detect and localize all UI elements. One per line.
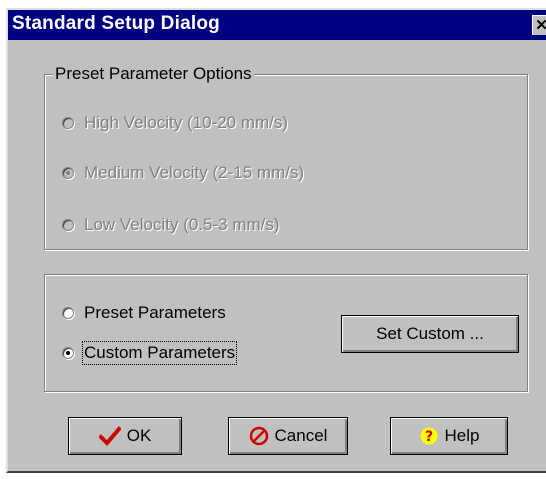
radio-indicator [62, 219, 74, 231]
radio-label: Custom Parameters [81, 341, 238, 365]
radio-label: Preset Parameters [84, 303, 226, 322]
radio-high-velocity[interactable]: High Velocity (10-20 mm/s) [62, 113, 288, 133]
help-button[interactable]: ? Help [390, 417, 508, 455]
close-icon: ✕ [535, 17, 546, 34]
close-button[interactable]: ✕ [532, 15, 546, 35]
title-bar[interactable]: Standard Setup Dialog ✕ [8, 10, 546, 40]
help-label: Help [444, 426, 480, 445]
radio-custom-parameters[interactable]: Custom Parameters [62, 341, 238, 365]
standard-setup-dialog: Standard Setup Dialog ✕ Preset Parameter… [6, 8, 546, 473]
radio-low-velocity[interactable]: Low Velocity (0.5-3 mm/s) [62, 215, 280, 235]
radio-label: Medium Velocity (2-15 mm/s) [84, 163, 305, 182]
no-entry-icon [249, 426, 269, 446]
checkmark-icon [98, 426, 121, 446]
ok-label: OK [126, 426, 152, 445]
question-icon: ? [419, 426, 439, 446]
preset-parameter-options-group: Preset Parameter Options High Velocity (… [44, 64, 528, 250]
cancel-button[interactable]: Cancel [228, 417, 348, 455]
radio-label: High Velocity (10-20 mm/s) [84, 113, 289, 132]
radio-indicator [62, 117, 74, 129]
set-custom-button[interactable]: Set Custom ... [341, 315, 519, 353]
radio-preset-parameters[interactable]: Preset Parameters [62, 303, 226, 323]
parameter-mode-group: Preset Parameters Custom Parameters Set … [44, 274, 528, 392]
ok-button[interactable]: OK [68, 417, 182, 455]
svg-text:?: ? [424, 429, 432, 445]
radio-indicator [62, 347, 74, 359]
radio-indicator [62, 307, 74, 319]
group-legend: Preset Parameter Options [53, 64, 254, 84]
cancel-label: Cancel [274, 426, 328, 445]
set-custom-label: Set Custom ... [376, 324, 484, 343]
radio-label: Low Velocity (0.5-3 mm/s) [84, 215, 280, 234]
radio-medium-velocity[interactable]: Medium Velocity (2-15 mm/s) [62, 163, 304, 183]
dialog-title: Standard Setup Dialog [12, 13, 220, 34]
radio-indicator [62, 167, 74, 179]
